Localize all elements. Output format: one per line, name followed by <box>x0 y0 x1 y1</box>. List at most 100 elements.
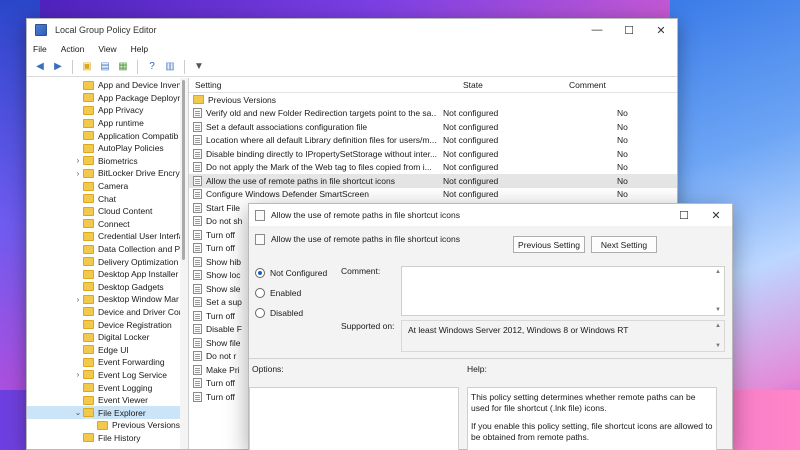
folder-icon <box>83 332 94 342</box>
back-arrow-icon[interactable]: ◀ <box>33 60 47 74</box>
minimize-button[interactable]: — <box>581 19 613 41</box>
table-row[interactable]: Location where all default Library defin… <box>189 134 677 148</box>
tree-item[interactable]: Event Forwarding <box>27 356 188 369</box>
folder-icon <box>83 257 94 267</box>
chevron-right-icon[interactable]: › <box>73 169 83 178</box>
column-header-setting[interactable]: Setting <box>189 80 437 90</box>
policy-setting-dialog: Allow the use of remote paths in file sh… <box>248 203 733 450</box>
tree-item[interactable]: Application Compatib <box>27 129 188 142</box>
dialog-maximize-button[interactable]: ☐ <box>668 204 700 226</box>
setting-name: Verify old and new Folder Redirection ta… <box>206 108 437 119</box>
tree-item[interactable]: Desktop Gadgets <box>27 281 188 294</box>
tree-item[interactable]: App Privacy <box>27 104 188 117</box>
previous-setting-button[interactable]: Previous Setting <box>513 236 585 253</box>
tree-item[interactable]: Event Logging <box>27 381 188 394</box>
dialog-close-button[interactable]: ✕ <box>700 204 732 226</box>
up-folder-icon[interactable]: ▣ <box>80 60 94 74</box>
tree-item[interactable]: Edge UI <box>27 343 188 356</box>
tree-item[interactable]: Device and Driver Cor <box>27 306 188 319</box>
help-icon[interactable]: ? <box>145 60 159 74</box>
tree-item[interactable]: Chat <box>27 192 188 205</box>
navigation-tree: App and Device Inven App Package Deployn A… <box>27 78 189 449</box>
folder-icon <box>83 143 94 153</box>
menu-help[interactable]: Help <box>131 44 148 54</box>
tree-item[interactable]: App runtime <box>27 117 188 130</box>
comment-textbox[interactable]: ▲ ▼ <box>401 266 725 316</box>
radio-circle-checked <box>255 268 265 278</box>
chevron-right-icon[interactable]: › <box>73 370 83 379</box>
tree-item[interactable]: App Package Deployn <box>27 92 188 105</box>
export-list-icon[interactable]: ▦ <box>116 60 130 74</box>
setting-state: Not configured <box>443 189 499 200</box>
folder-row-label: Previous Versions <box>208 94 277 105</box>
policy-setting-icon <box>193 364 202 375</box>
folder-icon <box>83 345 94 355</box>
show-hide-tree-icon[interactable]: ▤ <box>98 60 112 74</box>
menu-view[interactable]: View <box>98 44 116 54</box>
tree-item[interactable]: File History <box>27 432 188 445</box>
tree-scrollbar[interactable] <box>180 78 188 449</box>
tree-item-label: Desktop Gadgets <box>98 281 164 292</box>
filter-icon[interactable]: ▼ <box>192 60 206 74</box>
comment-scrollbar[interactable]: ▲ ▼ <box>712 267 724 315</box>
supported-scrollbar[interactable]: ▲ ▼ <box>712 321 724 351</box>
toolbar-separator <box>72 59 73 74</box>
maximize-button[interactable]: ☐ <box>613 19 645 41</box>
chevron-down-icon[interactable]: ⌄ <box>73 408 83 417</box>
tree-item[interactable]: Delivery Optimization <box>27 255 188 268</box>
tree-item[interactable]: App and Device Inven <box>27 79 188 92</box>
radio-disabled-label: Disabled <box>270 308 304 318</box>
tree-item[interactable]: AutoPlay Policies <box>27 142 188 155</box>
tree-item[interactable]: ⌄ File Explorer <box>27 406 188 420</box>
folder-icon <box>83 156 94 166</box>
radio-circle <box>255 308 265 318</box>
tree-item[interactable]: › Event Log Service <box>27 369 188 382</box>
tree-item[interactable]: › Biometrics <box>27 155 188 168</box>
radio-enabled[interactable]: Enabled <box>255 288 301 298</box>
dialog-header-title: Allow the use of remote paths in file sh… <box>271 234 460 244</box>
tree-item[interactable]: Event Viewer <box>27 394 188 407</box>
table-row[interactable]: Disable binding directly to IPropertySet… <box>189 147 677 161</box>
tree-item[interactable]: Camera <box>27 180 188 193</box>
policy-setting-icon <box>193 297 202 308</box>
close-button[interactable]: ✕ <box>645 19 677 41</box>
chevron-right-icon[interactable]: › <box>73 156 83 165</box>
tree-item[interactable]: Credential User Interfa <box>27 230 188 243</box>
tree-item[interactable]: Digital Locker <box>27 331 188 344</box>
menu-file[interactable]: File <box>33 44 47 54</box>
tree-item[interactable]: Connect <box>27 218 188 231</box>
radio-not-configured[interactable]: Not Configured <box>255 268 327 278</box>
tree-item[interactable]: Data Collection and P <box>27 243 188 256</box>
column-header-state[interactable]: State <box>437 80 537 90</box>
tree-item-label: Event Log Service <box>98 369 167 380</box>
properties-icon[interactable]: ▥ <box>163 60 177 74</box>
radio-disabled[interactable]: Disabled <box>255 308 303 318</box>
table-row[interactable]: Do not apply the Mark of the Web tag to … <box>189 161 677 175</box>
setting-name: Show hib <box>206 256 241 267</box>
table-row[interactable]: Verify old and new Folder Redirection ta… <box>189 107 677 121</box>
list-folder-row[interactable]: Previous Versions <box>189 93 677 107</box>
tree-item[interactable]: Previous Versions <box>27 419 188 432</box>
tree-item[interactable]: Desktop App Installer <box>27 268 188 281</box>
policy-setting-icon <box>193 216 202 227</box>
forward-arrow-icon[interactable]: ▶ <box>51 60 65 74</box>
chevron-right-icon[interactable]: › <box>73 295 83 304</box>
table-row[interactable]: Allow the use of remote paths in file sh… <box>189 174 677 188</box>
table-row[interactable]: Set a default associations configuration… <box>189 120 677 134</box>
menu-action[interactable]: Action <box>61 44 85 54</box>
dialog-titlebar[interactable]: Allow the use of remote paths in file sh… <box>249 204 732 226</box>
tree-item[interactable]: › BitLocker Drive Encryp <box>27 167 188 180</box>
setting-name: Disable F <box>206 324 242 335</box>
folder-icon <box>83 93 94 103</box>
tree-item[interactable]: Device Registration <box>27 318 188 331</box>
policy-setting-icon <box>193 324 202 335</box>
folder-icon <box>83 219 94 229</box>
window-titlebar[interactable]: Local Group Policy Editor — ☐ ✕ <box>27 19 677 41</box>
tree-item[interactable]: › Desktop Window Mar <box>27 293 188 306</box>
tree-item[interactable]: Cloud Content <box>27 205 188 218</box>
column-header-comment[interactable]: Comment <box>537 80 637 90</box>
folder-icon <box>83 395 94 405</box>
next-setting-button[interactable]: Next Setting <box>591 236 657 253</box>
setting-state: Not configured <box>443 135 499 146</box>
table-row[interactable]: Configure Windows Defender SmartScreen No… <box>189 188 677 202</box>
